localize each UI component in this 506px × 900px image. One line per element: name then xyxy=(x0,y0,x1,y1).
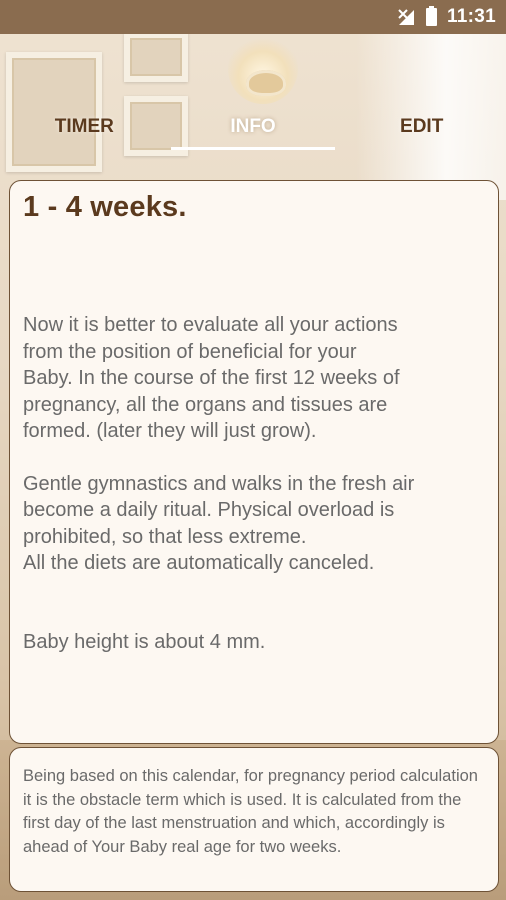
week-info-card[interactable]: 1 - 4 weeks. Now it is better to evaluat… xyxy=(9,180,499,744)
info-paragraph-2: Gentle gymnastics and walks in the fresh… xyxy=(23,472,415,575)
wall-lamp-base-decoration xyxy=(246,70,286,96)
tab-edit[interactable]: EDIT xyxy=(337,108,506,148)
calculation-note-card: Being based on this calendar, for pregna… xyxy=(9,747,499,892)
no-signal-icon xyxy=(396,8,416,26)
calculation-note-text: Being based on this calendar, for pregna… xyxy=(23,767,478,856)
week-range-title: 1 - 4 weeks. xyxy=(23,191,187,223)
status-bar: 11:31 xyxy=(0,0,506,34)
tab-bar: TIMER INFO EDIT xyxy=(0,108,506,150)
tab-timer[interactable]: TIMER xyxy=(0,108,169,148)
tab-info[interactable]: INFO xyxy=(169,108,338,150)
info-paragraph-3: Baby height is about 4 mm. xyxy=(23,630,266,653)
info-paragraph-1: Now it is better to evaluate all your ac… xyxy=(23,314,400,442)
battery-icon xyxy=(425,6,437,26)
status-time: 11:31 xyxy=(446,6,496,27)
picture-frame-decoration xyxy=(124,32,188,82)
